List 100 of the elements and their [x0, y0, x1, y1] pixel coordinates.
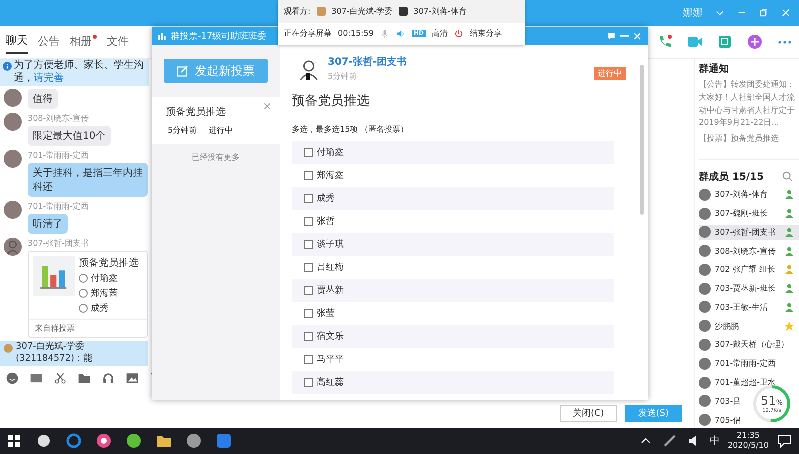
- person-icon: [784, 264, 795, 276]
- clock[interactable]: 21:35 2020/5/10: [728, 431, 769, 451]
- feedback-icon: [607, 32, 616, 40]
- phone-icon: [657, 34, 673, 50]
- headphones-icon: [102, 372, 115, 386]
- member-item[interactable]: 701-常雨雨-定西: [699, 356, 799, 372]
- share-status: 正在分享屏幕: [284, 28, 332, 40]
- poll-option[interactable]: 高红蕊: [292, 371, 614, 394]
- chat-tab[interactable]: 公告: [38, 30, 60, 54]
- member-item[interactable]: 307-魏刚-班长: [699, 206, 799, 222]
- member-item[interactable]: 702 张广耀 组长: [699, 262, 799, 278]
- member-item[interactable]: 沙鹏鹏: [699, 318, 799, 334]
- poll-title: 预备党员推选: [292, 93, 371, 110]
- search-icon: [782, 171, 793, 182]
- speaker-icon: [396, 28, 406, 39]
- message-bubble: 值得: [28, 89, 58, 109]
- avatar: [316, 6, 326, 16]
- sender-name: 701-常雨雨-定西: [28, 150, 90, 161]
- sender-name: 308-刘晓东-宣传: [28, 113, 90, 124]
- poll-option[interactable]: 郑海鑫: [292, 164, 614, 187]
- round-app-icon: [126, 433, 142, 449]
- chat-tab[interactable]: 相册: [70, 30, 97, 54]
- edit-icon: [177, 65, 189, 77]
- list-end-text: 已经没有更多: [191, 152, 241, 163]
- poll-option[interactable]: 张哲: [292, 210, 614, 233]
- message-bubble: 限定最大值10个: [28, 126, 111, 146]
- poll-option[interactable]: 马平平: [292, 348, 614, 371]
- power-icon: [454, 28, 464, 39]
- scissors-icon: [54, 372, 67, 386]
- image-icon: [126, 372, 139, 386]
- poll-option[interactable]: 张莹: [292, 302, 614, 325]
- sender-name: 701-常雨雨-定西: [28, 201, 90, 212]
- members-title: 群成员 15/15: [699, 170, 764, 184]
- member-item[interactable]: 307-张哲-团支书: [699, 224, 799, 240]
- notice-text[interactable]: 【投票】预备党员推选: [699, 133, 799, 146]
- close-button[interactable]: 关闭(C): [560, 405, 618, 422]
- poll-option[interactable]: 成秀: [292, 187, 614, 210]
- info-text: 为了方便老师、家长、学生沟通，请完善: [14, 60, 145, 85]
- person-icon: [784, 302, 795, 313]
- status-badge: 进行中: [594, 67, 626, 80]
- bar-chart-drawing: [33, 256, 75, 296]
- person-icon: [784, 189, 795, 200]
- notice-text[interactable]: 【公告】转发团委处通知：大家好！人社部全国人才流动中心与甘肃省人社厅定于2019年9月21-22日...: [699, 79, 799, 130]
- message-bubble: 听清了: [28, 214, 68, 234]
- viewer-name: 307-刘蒋-体育: [414, 6, 467, 17]
- info-icon: [3, 62, 12, 71]
- poll-option[interactable]: 谈子琪: [292, 233, 614, 256]
- more-icon[interactable]: [777, 40, 793, 44]
- viewer-name: 307-白光斌-学委: [332, 6, 393, 17]
- person-icon: [784, 226, 795, 238]
- windows-icon: [6, 433, 22, 449]
- vote-card[interactable]: 预备党员推选 付瑜鑫 郑海茜 成秀 来自群投票: [28, 251, 148, 338]
- avatar: [4, 89, 22, 107]
- chat-tab[interactable]: 文件: [107, 30, 129, 54]
- member-item[interactable]: 307-刘蒋-体育: [699, 186, 799, 203]
- video-call-icon: [687, 34, 703, 50]
- poll-option[interactable]: 贾丛新: [292, 279, 614, 302]
- microphone-icon: [380, 28, 390, 39]
- message-bubble: 关于挂科，是指三年内挂科还: [28, 163, 148, 197]
- person-icon: [784, 246, 795, 257]
- viewers-label: 观看方:: [284, 6, 311, 17]
- author-name[interactable]: 307-张哲-团支书: [328, 55, 408, 69]
- person-icon: [784, 208, 795, 220]
- dialog-title: 群投票-17级司助班班委: [171, 30, 267, 42]
- post-time: 5分钟前: [328, 71, 358, 82]
- member-item[interactable]: 307-戴天桥（心理）: [699, 337, 799, 353]
- avatar: [4, 201, 22, 219]
- member-item[interactable]: 703-贾丛新-班长: [699, 280, 799, 297]
- poll-option[interactable]: 付瑜鑫: [292, 141, 614, 164]
- ime-indicator[interactable]: 中: [710, 434, 720, 448]
- quoted-message: 307-白光斌-学委(321184572)：能: [16, 342, 94, 366]
- emoji-icon: [6, 372, 19, 386]
- vote-list-item[interactable]: 预备党员推选 5分钟前 进行中: [152, 97, 280, 144]
- star-icon: [784, 320, 795, 332]
- sender-name: 307-张哲-团支书: [28, 238, 90, 249]
- person-icon: [784, 283, 795, 294]
- quality-button[interactable]: 高清: [432, 28, 448, 40]
- share-timer: 00:15:59: [338, 29, 374, 38]
- member-item[interactable]: 703-王敏-生活: [699, 300, 799, 316]
- plus-icon: [747, 34, 763, 50]
- poll-option[interactable]: 宿文乐: [292, 325, 614, 348]
- restore-icon: [759, 8, 769, 18]
- poll-rule: 多选，最多选15项 （匿名投票）: [292, 124, 410, 135]
- avatar: [398, 6, 408, 16]
- avatar: [4, 344, 13, 353]
- person-avatar-icon: [4, 238, 22, 256]
- poll-option[interactable]: 吕红梅: [292, 256, 614, 279]
- chat-tab[interactable]: 聊天: [6, 30, 28, 54]
- notification-icon: [777, 433, 793, 449]
- end-share-button[interactable]: 结束分享: [470, 28, 502, 40]
- folder-icon: [156, 433, 172, 449]
- member-item[interactable]: 308-刘晓东-宣传: [699, 243, 799, 260]
- close-icon: [633, 32, 642, 40]
- avatar: [4, 113, 22, 131]
- close-icon: [263, 102, 272, 111]
- folder-icon: [78, 372, 91, 386]
- avatar: [4, 150, 22, 168]
- notice-title: 群通知: [699, 62, 730, 76]
- close-icon: [781, 8, 791, 18]
- bar-chart-icon: [158, 32, 167, 40]
